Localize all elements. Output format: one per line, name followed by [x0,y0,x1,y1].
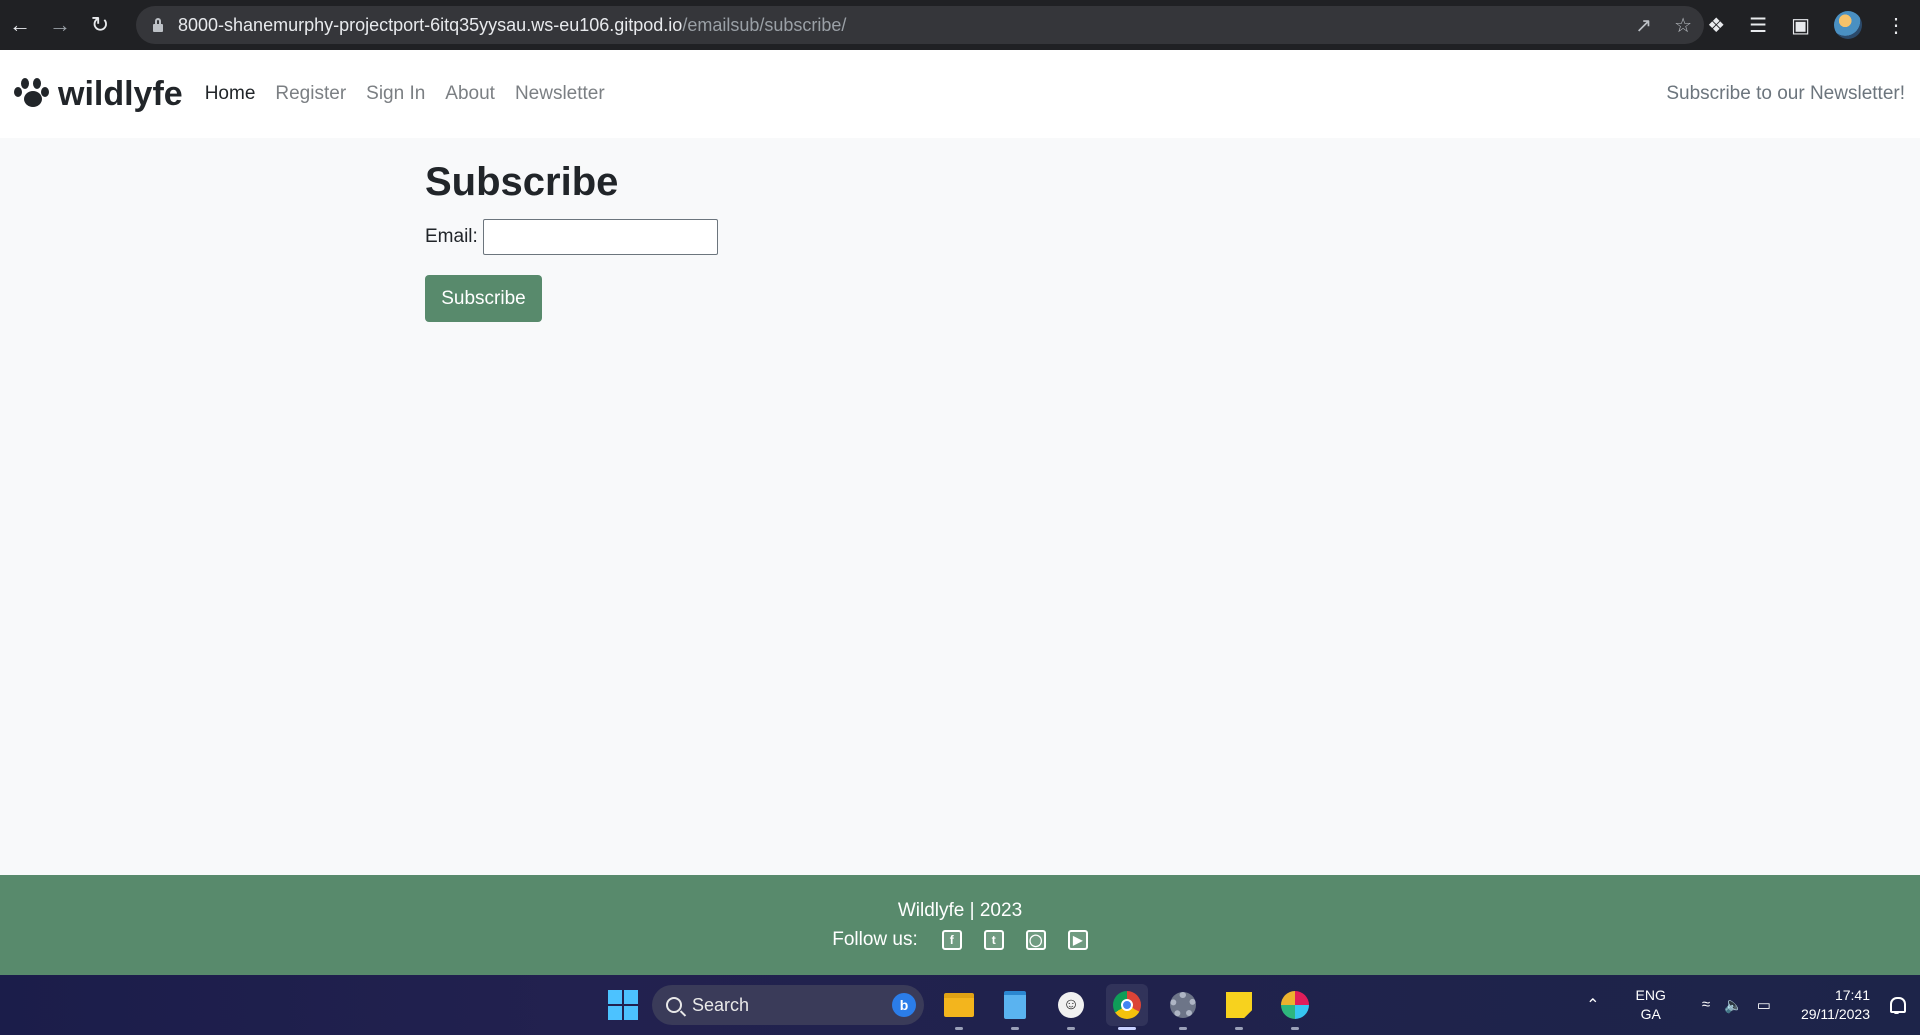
instagram-icon[interactable]: ◯ [1025,930,1046,950]
chrome-icon [1113,991,1141,1019]
taskbar-search[interactable]: Search b [652,985,924,1025]
site-navbar: wildlyfe Home Register Sign In About New… [0,50,1920,138]
face-app-icon: ☺ [1058,992,1084,1018]
clock-time: 17:41 [1834,987,1870,1003]
face-app-button[interactable]: ☺ [1050,984,1092,1030]
brand-link[interactable]: wildlyfe [14,75,183,114]
brand-name: wildlyfe [58,74,183,113]
clock-date: 29/11/2023 [1800,1006,1870,1022]
language-indicator[interactable]: ENG GA [1636,986,1666,1024]
search-label: Search [692,994,750,1015]
address-bar[interactable]: 8000-shanemurphy-projectport-6itq35yysau… [136,6,1704,44]
battery-icon: ▭ [1756,997,1771,1014]
system-tray[interactable]: ≈ 🔈 ▭ [1702,996,1771,1014]
lang-line2: GA [1640,1006,1661,1022]
notification-bell-icon[interactable] [1888,996,1906,1014]
facebook-icon[interactable]: f [941,930,962,950]
slack-button[interactable] [1274,984,1316,1030]
chevron-up-icon[interactable]: ⌃ [1586,995,1599,1015]
nav-about[interactable]: About [445,83,495,105]
nav-newsletter[interactable]: Newsletter [515,83,605,105]
footer-copyright: Wildlyfe | 2023 [897,900,1023,921]
media-icon[interactable]: ☰ [1749,13,1767,38]
file-explorer-icon [944,993,974,1017]
twitter-icon[interactable]: t [983,930,1004,950]
volume-icon: 🔈 [1724,997,1743,1014]
forward-button[interactable]: → [40,0,80,50]
lang-line1: ENG [1635,987,1666,1003]
clock[interactable]: 17:41 29/11/2023 [1801,986,1870,1024]
extensions-icon[interactable]: ❖ [1707,13,1725,38]
newsletter-cta[interactable]: Subscribe to our Newsletter! [1666,50,1905,138]
arrow-right-icon: → [49,12,71,37]
url-path: /emailsub/subscribe/ [682,14,847,35]
nav-links: Home Register Sign In About Newsletter [205,83,605,105]
star-icon[interactable]: ☆ [1674,13,1692,38]
sticky-notes-button[interactable] [1218,984,1260,1030]
lock-icon[interactable] [152,18,164,32]
email-field[interactable] [482,219,718,255]
reload-icon: ↻ [90,12,110,37]
wifi-icon: ≈ [1701,996,1711,1013]
url-host: 8000-shanemurphy-projectport-6itq35yysau… [178,14,683,35]
settings-icon [1170,992,1196,1018]
paw-icon [14,77,52,111]
sidepanel-icon[interactable]: ▣ [1791,13,1810,38]
start-button[interactable] [608,990,638,1020]
profile-avatar[interactable] [1834,11,1862,39]
back-button[interactable]: ← [0,0,40,50]
nav-sign-in[interactable]: Sign In [366,83,425,105]
email-label: Email: [425,226,478,247]
subscribe-form-section: Subscribe Email: Subscribe [425,160,718,322]
youtube-icon[interactable]: ▶ [1067,930,1088,950]
browser-toolbar: ← → ↻ 8000-shanemurphy-projectport-6itq3… [0,0,1920,50]
arrow-left-icon: ← [9,12,31,37]
menu-icon[interactable]: ⋮ [1886,13,1906,38]
bing-icon[interactable]: b [892,993,916,1017]
windows-taskbar: Search b ☺ ⌃ ENG GA ≈ 🔈 ▭ 17:41 29/11/20… [0,975,1920,1035]
footer-social-row: Follow us: f t ◯ ▶ [0,929,1920,951]
subscribe-button[interactable]: Subscribe [425,275,542,322]
file-explorer-button[interactable] [938,984,980,1030]
chrome-button[interactable] [1106,984,1148,1030]
settings-button[interactable] [1162,984,1204,1030]
notepad-icon [1004,991,1026,1019]
follow-label: Follow us: [832,929,918,950]
notepad-button[interactable] [994,984,1036,1030]
nav-home[interactable]: Home [205,83,256,105]
slack-icon [1281,991,1309,1019]
reload-button[interactable]: ↻ [80,0,120,50]
page-title: Subscribe [425,160,619,204]
nav-register[interactable]: Register [275,83,346,105]
search-icon [666,997,682,1013]
site-footer: Wildlyfe | 2023 Follow us: f t ◯ ▶ [0,875,1920,975]
email-row: Email: [425,219,718,255]
share-icon[interactable]: ↗ [1635,13,1652,38]
sticky-notes-icon [1226,992,1252,1018]
